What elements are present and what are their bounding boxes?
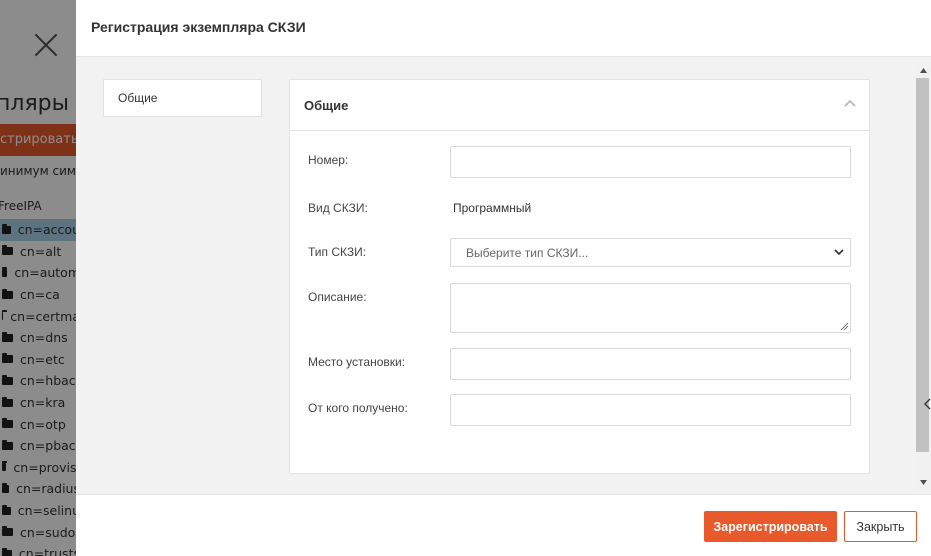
received-from-label: От кого получено: — [308, 401, 408, 415]
chevron-down-icon — [834, 249, 844, 256]
close-button[interactable]: Закрыть — [844, 511, 917, 542]
register-button[interactable]: Зарегистрировать — [704, 511, 837, 542]
skzi-type-label: Тип СКЗИ: — [308, 245, 367, 259]
location-field[interactable] — [450, 348, 851, 380]
description-label: Описание: — [308, 290, 367, 304]
received-from-field[interactable] — [450, 394, 851, 426]
dialog-body: Общие Общие Номер: Вид СКЗИ: Программный… — [76, 58, 931, 494]
skzi-kind-value: Программный — [453, 201, 532, 215]
description-field[interactable] — [450, 283, 851, 333]
sidebar-item-label: Общие — [118, 91, 158, 105]
dialog-header: Регистрация экземпляра СКЗИ — [76, 0, 931, 57]
skzi-kind-label: Вид СКЗИ: — [308, 201, 368, 215]
dialog-title: Регистрация экземпляра СКЗИ — [91, 19, 306, 35]
register-dialog: Регистрация экземпляра СКЗИ Общие Общие … — [76, 0, 931, 556]
dialog-scrollbar[interactable] — [916, 66, 931, 492]
scroll-up-icon[interactable] — [919, 66, 928, 75]
number-label: Номер: — [308, 153, 349, 167]
section-header[interactable]: Общие — [290, 80, 869, 131]
section-title: Общие — [304, 98, 349, 113]
scrollbar-thumb[interactable] — [916, 78, 929, 452]
dialog-footer: Зарегистрировать Закрыть — [76, 494, 931, 556]
location-label: Место установки: — [308, 355, 406, 369]
scroll-down-icon[interactable] — [919, 478, 928, 487]
resize-grip-icon[interactable] — [840, 322, 849, 331]
general-section: Общие Номер: Вид СКЗИ: Программный Тип С… — [289, 79, 870, 474]
chevron-up-icon[interactable] — [843, 96, 857, 110]
skzi-type-select[interactable]: Выберите тип СКЗИ... — [450, 238, 851, 267]
number-field[interactable] — [450, 146, 851, 178]
skzi-type-placeholder: Выберите тип СКЗИ... — [466, 246, 589, 260]
chevron-left-icon[interactable] — [924, 398, 931, 410]
sidebar-item-general[interactable]: Общие — [103, 79, 262, 117]
